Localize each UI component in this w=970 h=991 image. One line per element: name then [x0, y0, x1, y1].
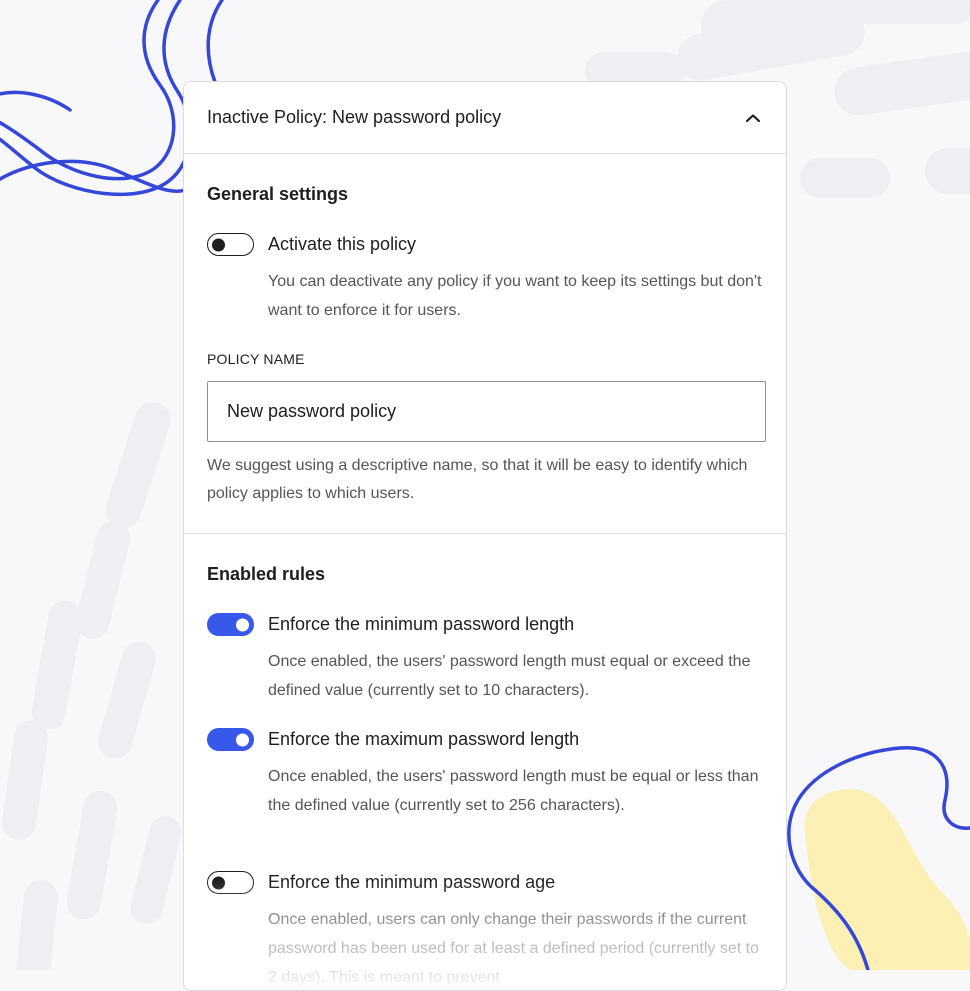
policy-name-help: We suggest using a descriptive name, so … [207, 457, 748, 502]
rule-help: Once enabled, users can only change thei… [268, 911, 759, 986]
chevron-up-icon[interactable] [744, 109, 762, 127]
rule-row: Enforce the minimum password length [207, 613, 574, 636]
min-length-toggle[interactable] [207, 613, 254, 636]
rule-row: Enforce the maximum password length [207, 728, 579, 751]
activate-policy-label: Activate this policy [268, 234, 417, 254]
activate-policy-help: You can deactivate any policy if you wan… [268, 273, 762, 319]
general-settings-heading: General settings [207, 184, 349, 204]
general-settings-section: General settings Activate this policy Yo… [184, 154, 786, 534]
rule-help: Once enabled, the users' password length… [268, 653, 751, 699]
policy-name-label: POLICY NAME [207, 351, 305, 367]
panel-header[interactable]: Inactive Policy: New password policy [184, 82, 786, 154]
rule-row: Enforce the minimum password age [207, 871, 555, 894]
rule-label: Enforce the maximum password length [268, 729, 580, 749]
max-length-toggle[interactable] [207, 728, 254, 751]
min-age-toggle[interactable] [207, 871, 254, 894]
activate-policy-toggle[interactable] [207, 233, 254, 256]
rule-label: Enforce the minimum password age [268, 872, 556, 892]
activate-policy-row: Activate this policy [207, 233, 416, 256]
rule-help: Once enabled, the users' password length… [268, 768, 759, 814]
panel-title: Inactive Policy: New password policy [207, 107, 502, 127]
enabled-rules-heading: Enabled rules [207, 564, 326, 584]
policy-panel: Inactive Policy: New password policy Gen… [183, 81, 787, 991]
rule-label: Enforce the minimum password length [268, 614, 575, 634]
policy-name-input[interactable] [207, 381, 766, 442]
